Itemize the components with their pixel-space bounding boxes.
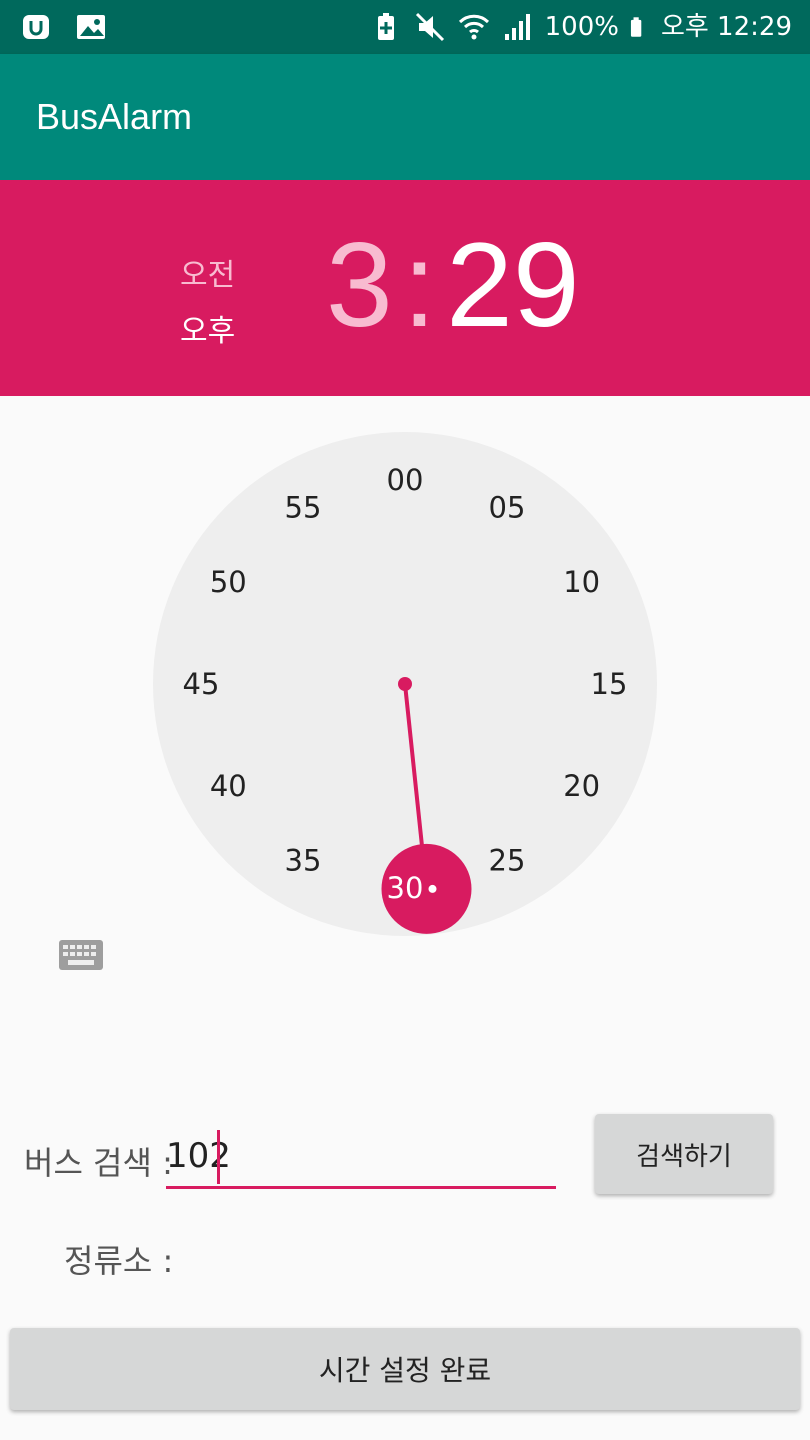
dial-label-40[interactable]: 40: [210, 769, 247, 803]
dial-label-00[interactable]: 00: [387, 463, 424, 497]
dial-label-15[interactable]: 15: [591, 667, 628, 701]
dial-label-10[interactable]: 10: [563, 565, 600, 599]
am-toggle[interactable]: 오전: [180, 250, 235, 294]
dial-label-55[interactable]: 55: [285, 490, 322, 524]
search-button[interactable]: 검색하기: [595, 1114, 773, 1194]
time-display: 3 : 29: [326, 218, 580, 352]
complete-time-setting-button[interactable]: 시간 설정 완료: [10, 1328, 800, 1410]
bus-search-label: 버스 검색 :: [24, 1144, 173, 1182]
hour-display[interactable]: 3: [326, 216, 393, 354]
battery-icon: [630, 17, 642, 37]
minute-display[interactable]: 29: [446, 216, 579, 354]
time-header: 오전 오후 3 : 29: [0, 180, 810, 396]
gallery-icon: [77, 15, 105, 39]
pm-toggle[interactable]: 오후: [180, 306, 235, 350]
bus-stop-label: 정류소 :: [64, 1242, 174, 1280]
app-icon: [23, 15, 49, 39]
battery-saver-icon: [377, 13, 394, 40]
dial-label-30[interactable]: 30: [387, 871, 424, 905]
dial-center-dot: [398, 677, 412, 691]
signal-icon: [504, 14, 530, 40]
text-cursor: [217, 1130, 220, 1184]
dial-label-50[interactable]: 50: [210, 565, 247, 599]
app-bar: BusAlarm: [0, 54, 810, 180]
dial-label-25[interactable]: 25: [489, 844, 526, 878]
battery-percent: 100%: [544, 12, 619, 42]
time-separator: :: [402, 218, 437, 352]
keyboard-icon[interactable]: [58, 938, 104, 972]
dial-selector-dot: [428, 884, 437, 893]
app-title: BusAlarm: [36, 96, 193, 137]
bus-search-value[interactable]: 102: [166, 1136, 231, 1176]
dial-label-05[interactable]: 05: [489, 490, 526, 524]
minute-dial[interactable]: 00 05 10 15 20 25 30 35 40 45 50 55: [0, 396, 810, 956]
dial-label-35[interactable]: 35: [285, 844, 322, 878]
mute-icon: [415, 12, 444, 42]
status-bar: 100% 오후 12:29: [0, 0, 810, 54]
dial-label-45[interactable]: 45: [183, 667, 220, 701]
dial-label-20[interactable]: 20: [563, 769, 600, 803]
status-time: 오후 12:29: [660, 12, 792, 42]
wifi-icon: [458, 14, 489, 40]
